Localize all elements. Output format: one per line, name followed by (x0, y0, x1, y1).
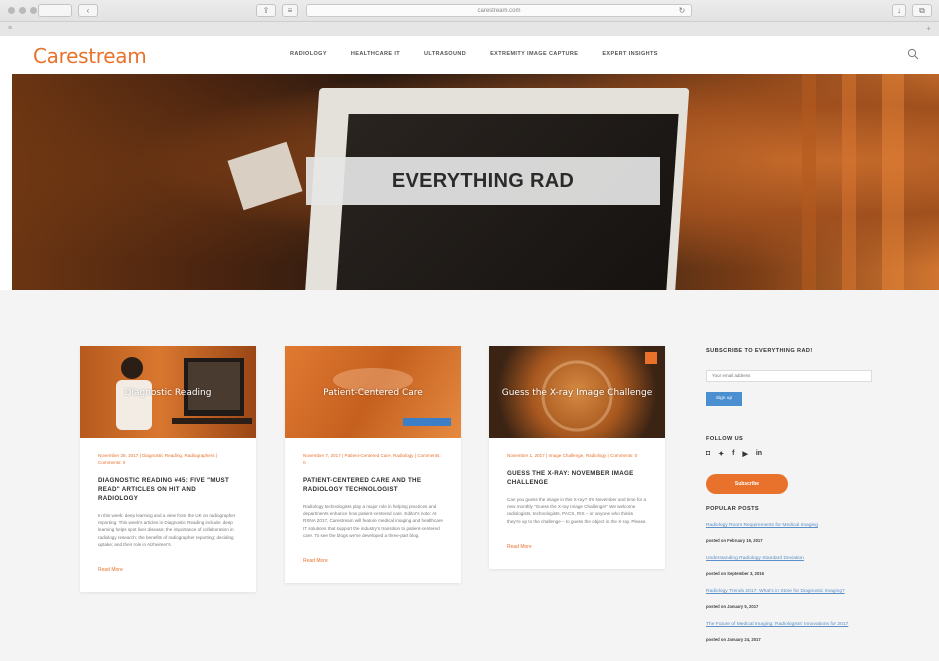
sidebar: SUBSCRIBE TO EVERYTHING RAD! Sign up FOL… (706, 348, 896, 654)
read-more-link[interactable]: Read More (303, 558, 328, 564)
card-image[interactable]: Diagnostic Reading (80, 346, 256, 438)
signup-button[interactable]: Sign up (706, 392, 742, 406)
popular-post-date: posted on January 5, 2017 (706, 604, 759, 609)
back-button[interactable]: ‹ (78, 4, 98, 17)
popular-post-link[interactable]: Understanding Radiology Standard Deviati… (706, 555, 896, 562)
card-image-label: Diagnostic Reading (124, 388, 212, 398)
read-more-link[interactable]: Read More (98, 567, 123, 573)
popular-post-date: posted on February 16, 2017 (706, 538, 763, 543)
card-excerpt: Radiology technologists play a major rol… (303, 504, 443, 538)
card-title[interactable]: DIAGNOSTIC READING #45: FIVE "MUST READ"… (98, 476, 238, 503)
reload-icon[interactable]: ↻ (676, 4, 688, 17)
carestream-logo[interactable]: Carestream (33, 44, 147, 68)
follow-heading: FOLLOW US (706, 436, 744, 442)
blog-card: Patient-Centered Care November 7, 2017 |… (285, 346, 461, 584)
read-more-link[interactable]: Read More (507, 544, 532, 550)
email-field[interactable] (706, 369, 872, 382)
twitter-icon[interactable]: ✦ (718, 450, 724, 458)
minimize-window-button[interactable] (19, 7, 26, 14)
youtube-icon[interactable]: ▶ (742, 450, 747, 458)
downloads-button[interactable]: ↓ (892, 4, 906, 17)
hero-decor-stripe (842, 74, 856, 290)
popular-posts-heading: POPULAR POSTS (706, 506, 760, 512)
url-text: carestream.com (477, 7, 521, 14)
card-image-label: Guess the X-ray Image Challenge (501, 388, 653, 398)
card-title[interactable]: GUESS THE X-RAY: NOVEMBER IMAGE CHALLENG… (507, 469, 647, 487)
site-header: Carestream RADIOLOGY HEALTHCARE IT ULTRA… (0, 36, 939, 74)
card-image-label: Patient-Centered Care (323, 388, 423, 398)
popular-post: Understanding Radiology Standard Deviati… (706, 555, 896, 580)
hero-id-badge-image (227, 141, 303, 211)
zoom-window-button[interactable] (30, 7, 37, 14)
browser-toolbar: ‹ ⇪ ≡ carestream.com ↻ ↓ ⧉ ≡ + (0, 0, 939, 36)
main-nav: RADIOLOGY HEALTHCARE IT ULTRASOUND EXTRE… (290, 51, 682, 57)
new-tab-icon[interactable]: + (926, 24, 931, 33)
popular-post-link[interactable]: Radiology Trends 2017: What's in Store f… (706, 588, 896, 595)
subscribe-button[interactable]: Subscribe (706, 474, 788, 494)
hero-decor-stripe (882, 74, 904, 290)
subscribe-heading: SUBSCRIBE TO EVERYTHING RAD! (706, 348, 813, 354)
blog-card: Diagnostic Reading November 28, 2017 | D… (80, 346, 256, 593)
address-bar[interactable]: carestream.com (306, 4, 692, 17)
linkedin-icon[interactable]: in (756, 450, 762, 458)
blog-card: Guess the X-ray Image Challenge November… (489, 346, 665, 569)
card-meta: November 1, 2017 | Image Challenge, Radi… (507, 453, 638, 458)
nav-extremity-image-capture[interactable]: EXTREMITY IMAGE CAPTURE (490, 51, 578, 57)
hero-title: EVERYTHING RAD (391, 169, 575, 192)
popular-post-link[interactable]: The Future of Medical Imaging: Radiologi… (706, 621, 896, 628)
search-icon[interactable] (907, 48, 919, 60)
popular-post-date: posted on January 24, 2017 (706, 637, 761, 642)
main-content: Diagnostic Reading November 28, 2017 | D… (0, 290, 939, 661)
card-meta: November 7, 2017 | Patient-Centered Care… (303, 453, 441, 465)
popular-post-link[interactable]: Radiology Room Requirements for Medical … (706, 522, 896, 529)
hero-banner: EVERYTHING RAD (12, 74, 939, 290)
card-title[interactable]: PATIENT-CENTERED CARE AND THE RADIOLOGY … (303, 476, 443, 494)
hero-decor-stripe (802, 74, 816, 290)
nav-expert-insights[interactable]: EXPERT INSIGHTS (602, 51, 658, 57)
popular-post-date: posted on September 3, 2016 (706, 571, 764, 576)
reader-button[interactable]: ≡ (282, 4, 298, 17)
window-controls (8, 7, 37, 14)
social-links: ◘ ✦ f ▶ in (706, 450, 896, 458)
card-excerpt: In this week: deep learning and a view f… (98, 513, 236, 547)
popular-post: Radiology Room Requirements for Medical … (706, 522, 896, 547)
nav-healthcare-it[interactable]: HEALTHCARE IT (351, 51, 400, 57)
popular-post: The Future of Medical Imaging: Radiologi… (706, 621, 896, 646)
popular-post: Radiology Trends 2017: What's in Store f… (706, 588, 896, 613)
tabs-overview-button[interactable]: ⧉ (912, 4, 932, 17)
card-meta: November 28, 2017 | Diagnostic Reading, … (98, 453, 218, 465)
hero-title-box: EVERYTHING RAD (306, 157, 660, 205)
tab-favicon-icon: ≡ (8, 25, 13, 32)
card-excerpt: Can you guess the image in this X-ray? I… (507, 497, 647, 524)
card-image[interactable]: Guess the X-ray Image Challenge (489, 346, 665, 438)
nav-radiology[interactable]: RADIOLOGY (290, 51, 327, 57)
facebook-icon[interactable]: f (732, 450, 734, 458)
instagram-icon[interactable]: ◘ (706, 450, 710, 458)
sidebar-toggle-button[interactable] (38, 4, 72, 17)
share-button[interactable]: ⇪ (256, 4, 276, 17)
close-window-button[interactable] (8, 7, 15, 14)
card-image[interactable]: Patient-Centered Care (285, 346, 461, 438)
nav-ultrasound[interactable]: ULTRASOUND (424, 51, 466, 57)
tab-strip: ≡ + (0, 21, 939, 36)
